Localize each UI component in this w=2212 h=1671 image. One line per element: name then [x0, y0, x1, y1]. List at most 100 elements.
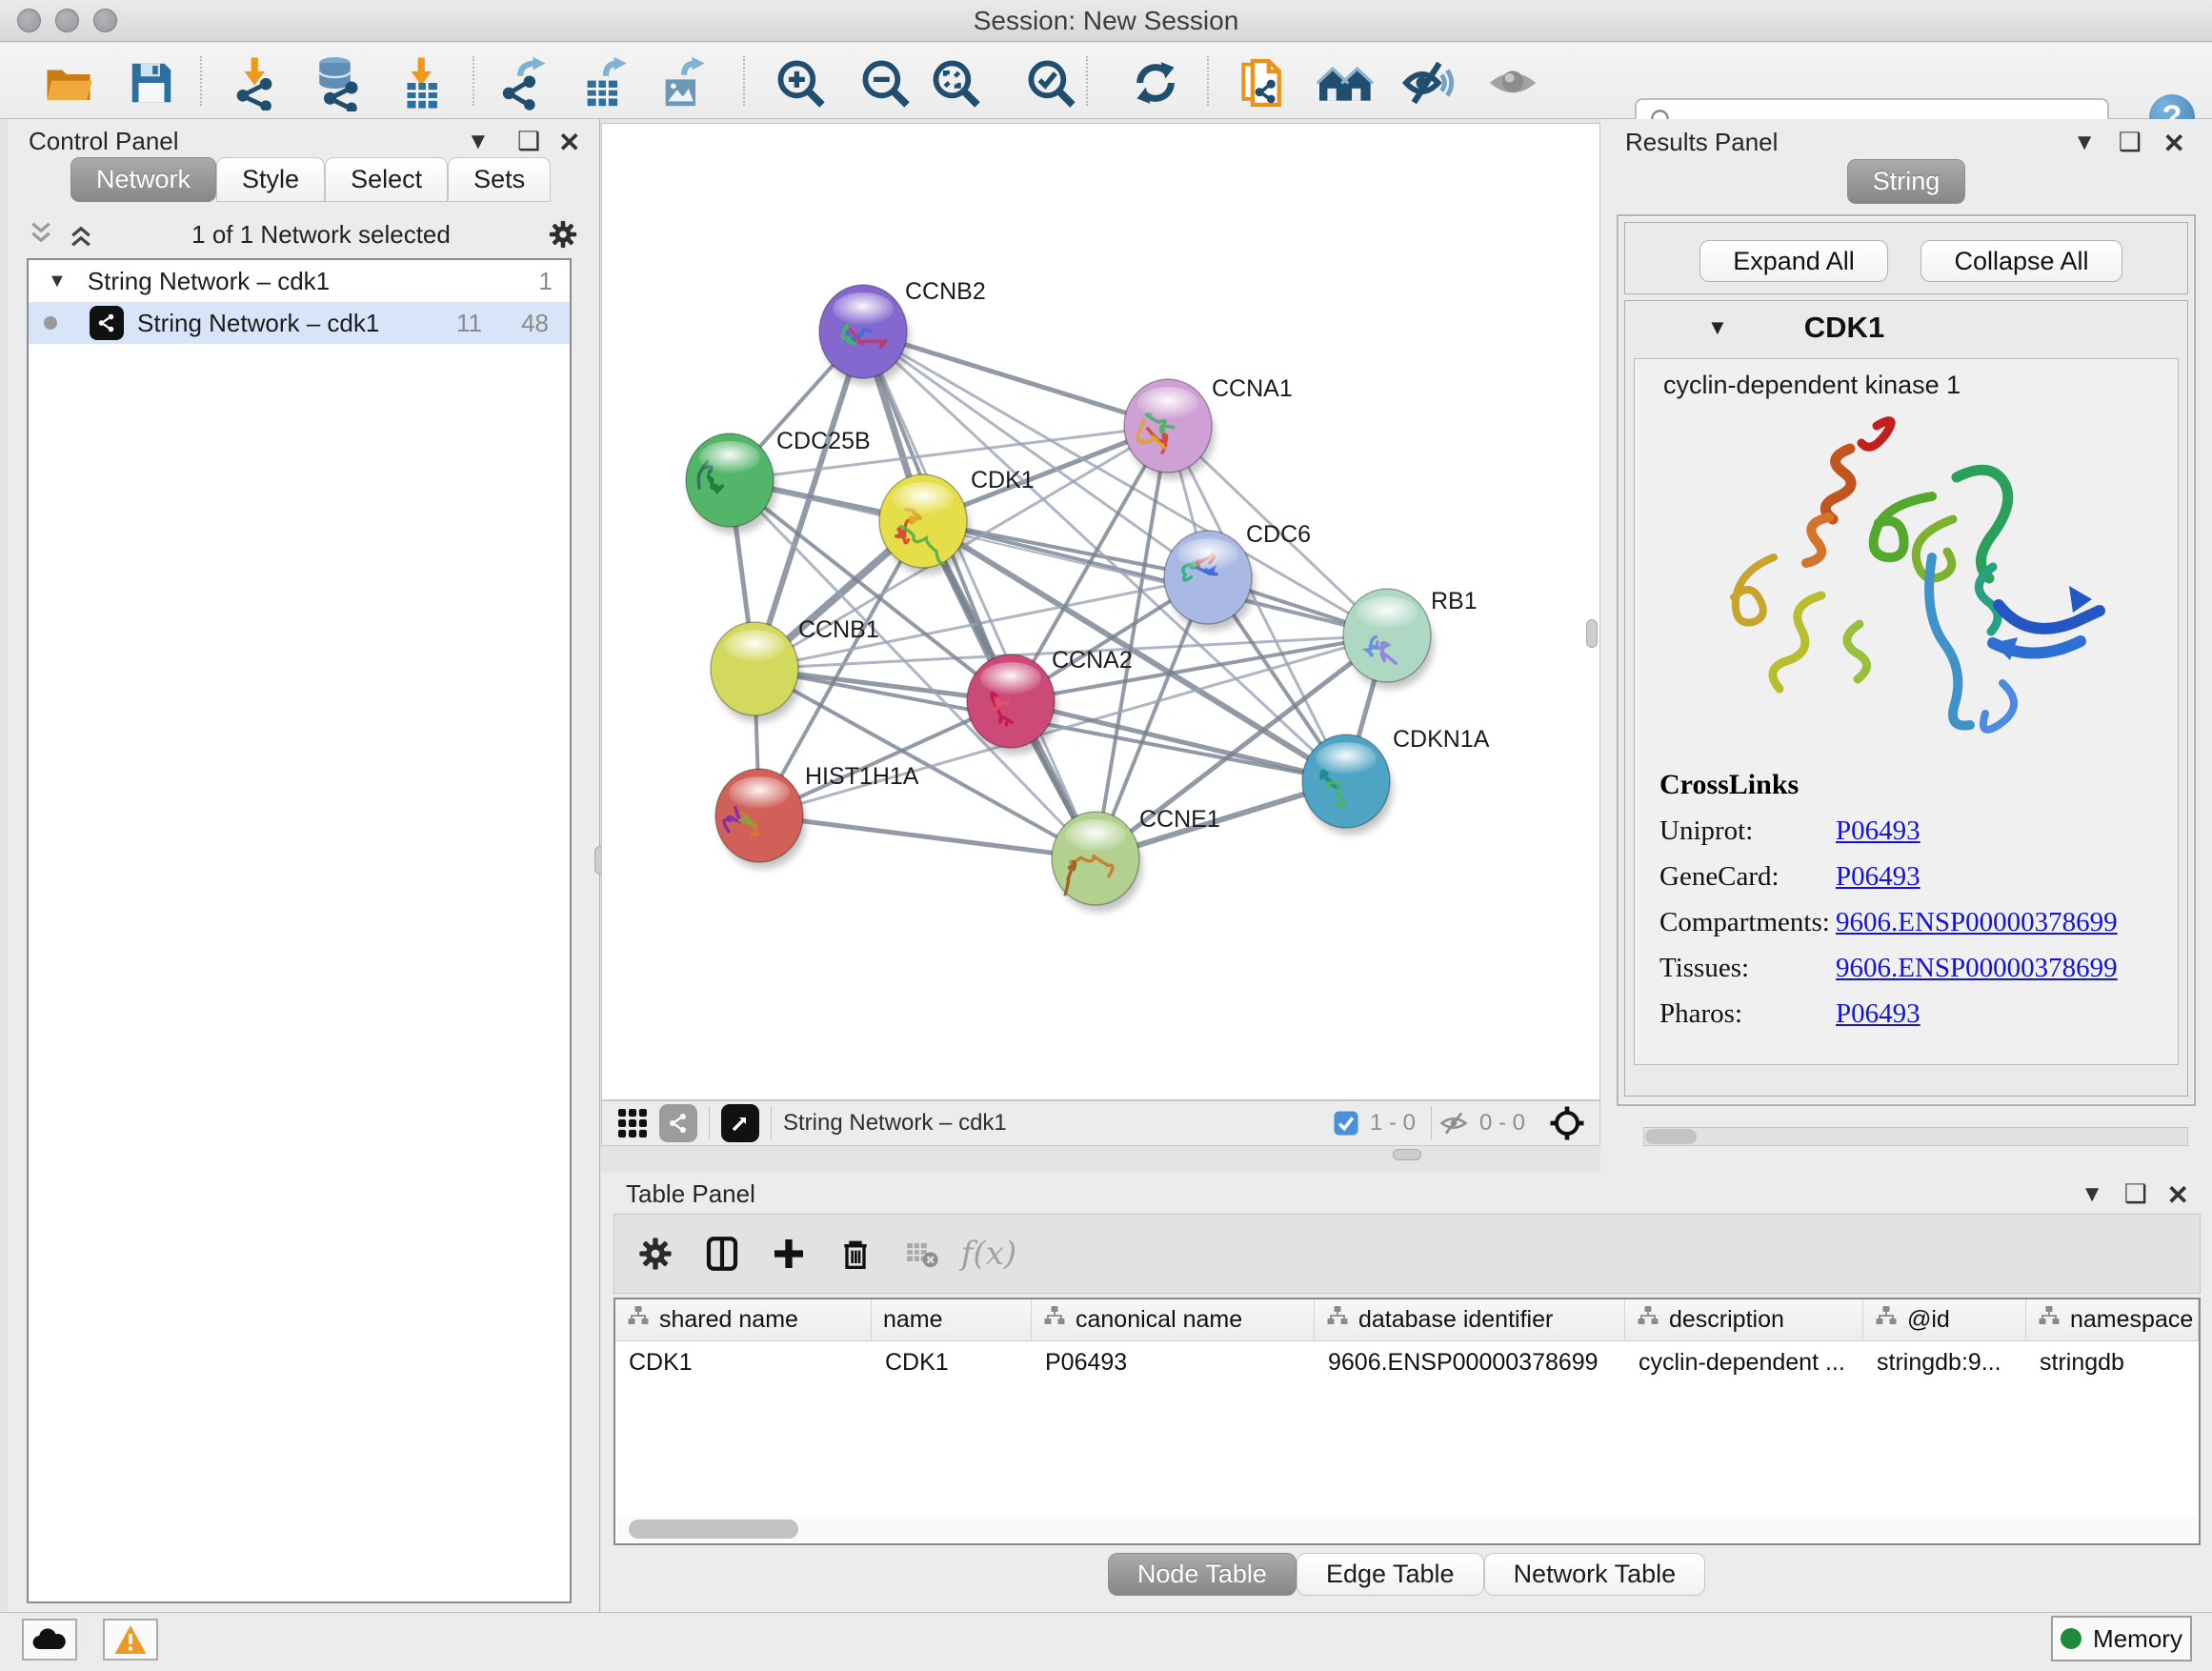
entry-horizontal-scrollbar[interactable]: [1643, 1127, 2188, 1146]
tab-style[interactable]: Style: [216, 157, 325, 202]
network-node-RB1[interactable]: [1343, 589, 1434, 689]
network-node-CDK1[interactable]: [879, 474, 970, 574]
memory-button[interactable]: Memory: [2051, 1616, 2192, 1661]
tab-network[interactable]: Network: [70, 157, 216, 202]
clone-network-button[interactable]: [1234, 54, 1295, 111]
cloud-status-button[interactable]: [22, 1619, 77, 1661]
tab-node-table[interactable]: Node Table: [1108, 1553, 1297, 1596]
titlebar: Session: New Session: [0, 0, 2212, 42]
column-header-name[interactable]: name: [872, 1299, 1032, 1340]
zoom-in-button[interactable]: [770, 54, 831, 111]
apply-layout-button[interactable]: [1125, 54, 1186, 111]
network-node-CDC25B[interactable]: [686, 433, 776, 534]
results-panel-collapse-handle[interactable]: [1586, 619, 1598, 648]
string-view-icon[interactable]: [659, 1104, 697, 1142]
delete-table-button[interactable]: [889, 1236, 955, 1272]
node-label-CCNE1: CCNE1: [1139, 806, 1220, 833]
import-network-database-button[interactable]: [307, 54, 368, 111]
main-toolbar: ?: [0, 43, 2212, 119]
network-node-CDKN1A[interactable]: [1302, 735, 1393, 835]
table-panel-splitter-handle[interactable]: [1393, 1149, 1421, 1160]
open-session-button[interactable]: [38, 54, 99, 111]
zoom-fit-button[interactable]: [925, 54, 986, 111]
crosslink-label: Pharos:: [1659, 998, 1836, 1030]
save-session-button[interactable]: [121, 54, 182, 111]
close-panel-icon[interactable]: ✕: [558, 127, 582, 158]
network-node-HIST1H1A[interactable]: [715, 769, 806, 869]
network-collection-row[interactable]: ▼ String Network – cdk1 1: [29, 260, 570, 302]
panel-menu-icon[interactable]: ▼: [2073, 130, 2098, 156]
table-horizontal-scrollbar[interactable]: [617, 1517, 2197, 1541]
refresh-layout-icon: [1129, 56, 1182, 110]
network-node-CDC6[interactable]: [1164, 531, 1255, 631]
column-header-shared-name[interactable]: shared name: [615, 1299, 872, 1340]
float-panel-icon[interactable]: ❑: [2124, 1179, 2149, 1209]
show-all-button[interactable]: [1482, 54, 1543, 111]
panel-menu-icon[interactable]: ▼: [467, 129, 492, 155]
network-node-CCNB2[interactable]: [819, 285, 910, 385]
table-cell: stringdb:9...: [1863, 1341, 2026, 1383]
tab-sets[interactable]: Sets: [448, 157, 551, 202]
panel-menu-icon[interactable]: ▼: [2081, 1181, 2105, 1208]
float-panel-icon[interactable]: ❑: [2119, 128, 2143, 157]
column-header--id[interactable]: @id: [1863, 1299, 2026, 1340]
table-settings-button[interactable]: [622, 1235, 689, 1273]
network-node-CCNB1[interactable]: [711, 622, 801, 722]
node-label-HIST1H1A: HIST1H1A: [805, 763, 919, 790]
tab-network-table[interactable]: Network Table: [1484, 1553, 1706, 1596]
network-edge-CCNA2-CDKN1A[interactable]: [1011, 701, 1346, 781]
network-row[interactable]: String Network – cdk1 11 48: [29, 302, 570, 344]
zoom-out-button[interactable]: [855, 54, 915, 111]
crosslink-link[interactable]: P06493: [1836, 815, 1920, 847]
collapse-all-icon[interactable]: [27, 220, 55, 249]
tree-expander-icon[interactable]: ▼: [48, 271, 67, 292]
crosslink-link[interactable]: P06493: [1836, 998, 1920, 1030]
column-type-icon: [1043, 1305, 1066, 1335]
expand-all-button[interactable]: Expand All: [1699, 240, 1888, 282]
birds-eye-view-icon[interactable]: [721, 1104, 759, 1142]
close-panel-icon[interactable]: ✕: [2167, 1179, 2191, 1211]
show-columns-button[interactable]: [689, 1234, 755, 1274]
float-panel-icon[interactable]: ❑: [517, 127, 542, 156]
export-network-button[interactable]: [494, 54, 555, 111]
collapse-all-button[interactable]: Collapse All: [1920, 240, 2122, 282]
function-builder-button[interactable]: f(x): [955, 1235, 1022, 1273]
node-label-CCNA1: CCNA1: [1212, 375, 1293, 402]
crosslink-link[interactable]: 9606.ENSP00000378699: [1836, 907, 2118, 938]
import-table-button[interactable]: [391, 54, 452, 111]
entry-header-cdk1[interactable]: ▼ CDK1: [1625, 301, 2187, 354]
network-node-CCNE1[interactable]: [1052, 812, 1142, 912]
network-canvas[interactable]: CCNB2CCNA1CDC25BCDK1CDC6RB1CCNB1CCNA2CDK…: [601, 123, 1600, 1100]
entry-expander-icon[interactable]: ▼: [1707, 315, 1728, 340]
selected-checkbox-icon[interactable]: [1332, 1109, 1360, 1137]
tab-select[interactable]: Select: [325, 157, 448, 202]
close-panel-icon[interactable]: ✕: [2163, 128, 2187, 159]
expand-all-icon[interactable]: [67, 220, 95, 249]
collection-count: 1: [539, 267, 553, 296]
zoom-selected-button[interactable]: [1020, 54, 1081, 111]
gear-icon[interactable]: [547, 218, 579, 251]
hide-selected-button[interactable]: [1398, 54, 1459, 111]
tab-edge-table[interactable]: Edge Table: [1297, 1553, 1484, 1596]
table-row[interactable]: CDK1CDK1P064939606.ENSP00000378699cyclin…: [615, 1341, 2199, 1383]
table-panel: Table Panel ▼ ❑ ✕: [601, 1172, 2212, 1612]
crosshair-icon[interactable]: [1548, 1104, 1586, 1142]
export-image-button[interactable]: [654, 54, 714, 111]
crosslink-row: Tissues:9606.ENSP00000378699: [1659, 953, 2118, 984]
crosslink-link[interactable]: 9606.ENSP00000378699: [1836, 953, 2118, 984]
export-table-button[interactable]: [575, 54, 636, 111]
crosslink-link[interactable]: P06493: [1836, 861, 1920, 893]
network-edge-HIST1H1A-CCNE1[interactable]: [759, 815, 1096, 858]
create-column-button[interactable]: [755, 1235, 822, 1273]
networks-home-button[interactable]: [1316, 54, 1377, 111]
column-header-canonical-name[interactable]: canonical name: [1032, 1299, 1315, 1340]
network-node-CCNA1[interactable]: [1124, 379, 1215, 479]
column-header-description[interactable]: description: [1625, 1299, 1863, 1340]
tab-string-results[interactable]: String: [1847, 159, 1966, 204]
column-header-namespace[interactable]: namespace: [2026, 1299, 2199, 1340]
column-header-database-identifier[interactable]: database identifier: [1315, 1299, 1625, 1340]
grid-view-icon[interactable]: [615, 1106, 650, 1140]
delete-column-button[interactable]: [822, 1235, 889, 1273]
import-network-button[interactable]: [224, 54, 285, 111]
warnings-button[interactable]: [103, 1619, 158, 1661]
